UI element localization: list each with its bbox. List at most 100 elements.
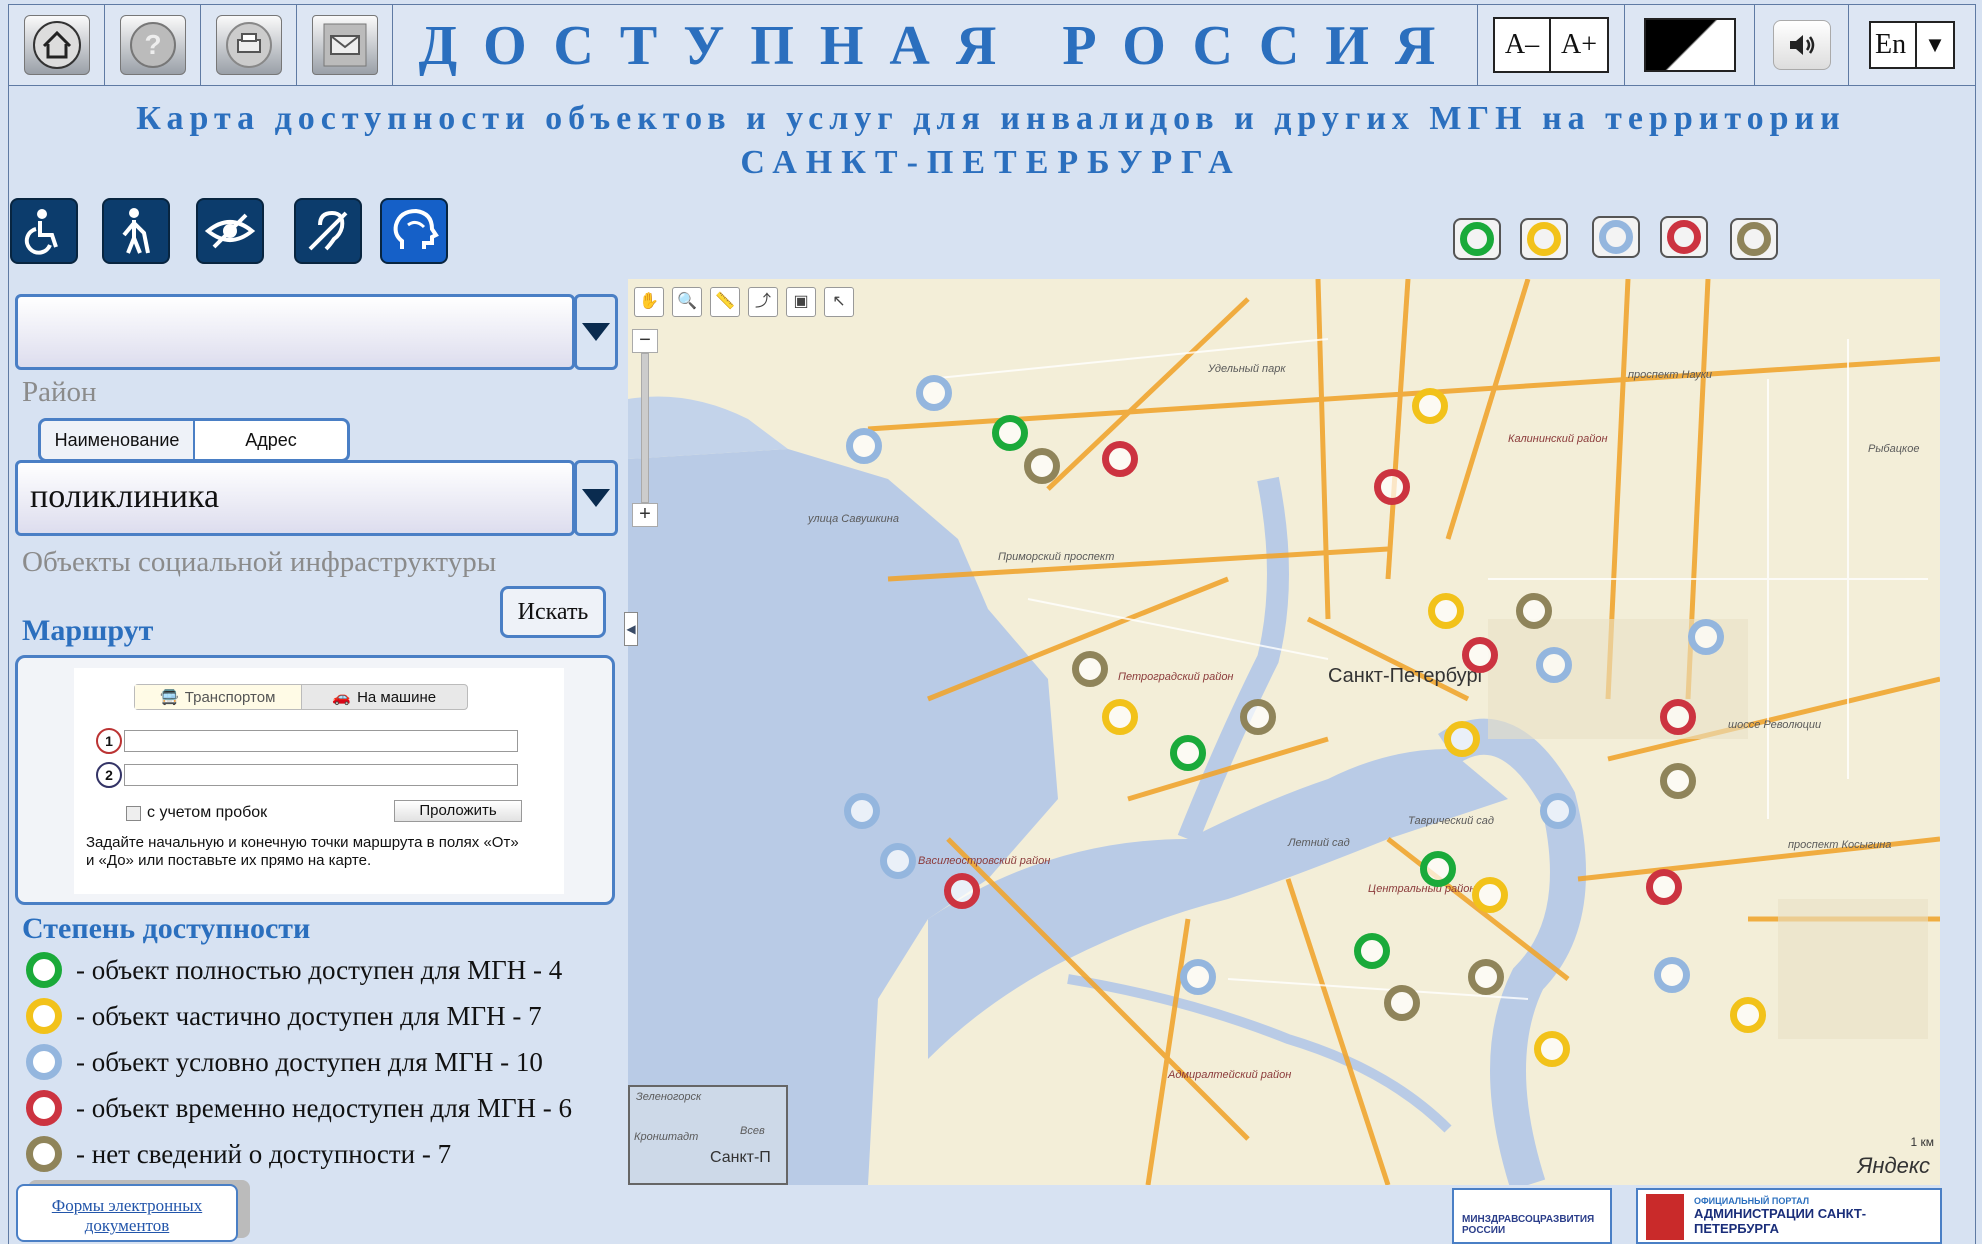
tab-transport[interactable]: 🚍 Транспортом	[135, 685, 302, 709]
map-label-central: Центральный район	[1368, 883, 1476, 895]
green-ring-icon	[1460, 222, 1494, 256]
hearing-filter[interactable]	[294, 198, 362, 264]
map-marker[interactable]	[1180, 959, 1216, 995]
filter-blue[interactable]	[1592, 216, 1640, 258]
map-marker[interactable]	[1170, 735, 1206, 771]
filter-red[interactable]	[1660, 216, 1708, 258]
route-tool-icon[interactable]: ⤴	[748, 287, 778, 317]
district-select[interactable]	[15, 294, 575, 370]
mental-filter[interactable]	[380, 198, 448, 264]
overview-minimap[interactable]: Зеленогорск Кронштадт Всев Санкт-П	[628, 1085, 788, 1185]
map-marker[interactable]	[1654, 957, 1690, 993]
vision-filter[interactable]	[196, 198, 264, 264]
map-marker[interactable]	[1688, 619, 1724, 655]
map-marker[interactable]	[944, 873, 980, 909]
map-marker[interactable]	[1384, 985, 1420, 1021]
ruler-tool-icon[interactable]: 📏	[710, 287, 740, 317]
map-marker[interactable]	[1660, 699, 1696, 735]
search-mode-tabs: Наименование Адрес	[38, 418, 350, 462]
print-button[interactable]	[215, 15, 282, 75]
map-label-tavrichesky: Таврический сад	[1408, 815, 1494, 827]
filter-green[interactable]	[1453, 218, 1501, 260]
collapse-panel-button[interactable]: ◀	[624, 612, 638, 646]
select-tool-icon[interactable]: ↖	[824, 287, 854, 317]
car-icon: 🚗	[332, 689, 352, 706]
tab-address[interactable]: Адрес	[195, 421, 347, 459]
social-dropdown-button[interactable]	[574, 460, 618, 536]
language-select[interactable]: En ▼	[1869, 21, 1955, 69]
map-label-spb: Санкт-Петербург	[1328, 665, 1485, 687]
route-to-input[interactable]	[124, 764, 518, 786]
zoom-slider[interactable]	[641, 353, 649, 503]
traffic-checkbox[interactable]	[126, 805, 141, 821]
map-marker[interactable]	[1462, 637, 1498, 673]
build-route-button[interactable]: Проложить	[394, 800, 522, 822]
hand-tool-icon[interactable]: ✋	[634, 287, 664, 317]
font-larger-button[interactable]: A+	[1551, 17, 1609, 73]
layers-tool-icon[interactable]: ▣	[786, 287, 816, 317]
map-marker[interactable]	[1024, 448, 1060, 484]
mail-button[interactable]	[311, 15, 378, 75]
map-marker[interactable]	[1428, 593, 1464, 629]
legend-text: - объект временно недоступен для МГН - 6	[76, 1092, 573, 1123]
map-marker[interactable]	[846, 428, 882, 464]
map-marker[interactable]	[1660, 763, 1696, 799]
map-marker[interactable]	[1374, 469, 1410, 505]
route-from-input[interactable]	[124, 730, 518, 752]
map-marker[interactable]	[1240, 699, 1276, 735]
map-marker[interactable]	[1534, 1031, 1570, 1067]
map-marker[interactable]	[1516, 593, 1552, 629]
map-label-vasileostrovsky: Василеостровский район	[918, 855, 1051, 867]
map-marker[interactable]	[1646, 869, 1682, 905]
search-button[interactable]: Искать	[500, 586, 606, 638]
map-marker[interactable]	[916, 375, 952, 411]
zoom-tool-icon[interactable]: 🔍	[672, 287, 702, 317]
map-marker[interactable]	[1354, 933, 1390, 969]
font-size-cell: A– A+	[1477, 5, 1625, 85]
district-dropdown-button[interactable]	[574, 294, 618, 370]
map-marker[interactable]	[1420, 851, 1456, 887]
legend-item: - объект условно доступен для МГН - 10	[26, 1044, 543, 1080]
city-map[interactable]: ✋ 🔍 📏 ⤴ ▣ ↖ − + Санкт-Петербург Приморск…	[628, 279, 1940, 1185]
map-marker[interactable]	[844, 793, 880, 829]
map-marker[interactable]	[1102, 699, 1138, 735]
map-label-revolution: шоссе Революции	[1728, 719, 1822, 731]
map-marker[interactable]	[1540, 793, 1576, 829]
wheelchair-icon	[24, 209, 58, 255]
zoom-in-button[interactable]: +	[632, 503, 658, 527]
home-button[interactable]	[23, 15, 90, 75]
map-marker[interactable]	[880, 843, 916, 879]
filter-yellow[interactable]	[1520, 218, 1568, 260]
map-marker[interactable]	[992, 415, 1028, 451]
forms-link[interactable]: Формы электронных документов	[16, 1184, 238, 1242]
map-marker[interactable]	[1472, 877, 1508, 913]
map-marker[interactable]	[1412, 388, 1448, 424]
zoom-out-button[interactable]: −	[632, 329, 658, 353]
map-marker[interactable]	[1730, 997, 1766, 1033]
map-marker[interactable]	[1444, 721, 1480, 757]
route-mode-tabs: 🚍 Транспортом 🚗 На машине	[134, 684, 468, 710]
wheelchair-filter[interactable]	[10, 198, 78, 264]
map-marker[interactable]	[1072, 651, 1108, 687]
help-button[interactable]: ?	[119, 15, 186, 75]
filter-olive[interactable]	[1730, 218, 1778, 260]
map-marker[interactable]	[1468, 959, 1504, 995]
contrast-toggle[interactable]	[1643, 18, 1736, 72]
font-smaller-button[interactable]: A–	[1493, 17, 1551, 73]
traffic-option[interactable]: с учетом пробок	[126, 804, 267, 822]
tab-car[interactable]: 🚗 На машине	[302, 685, 468, 709]
spb-portal-logo[interactable]: ОФИЦИАЛЬНЫЙ ПОРТАЛ АДМИНИСТРАЦИИ САНКТ-П…	[1636, 1188, 1942, 1244]
map-marker[interactable]	[1536, 647, 1572, 683]
traffic-label: с учетом пробок	[147, 804, 268, 821]
sound-button[interactable]	[1772, 20, 1831, 70]
legend-text: - объект частично доступен для МГН - 7	[76, 1000, 542, 1031]
minzdrav-logo[interactable]: МИНЗДРАВСОЦРАЗВИТИЯ РОССИИ	[1452, 1188, 1612, 1244]
chevron-down-icon: ▼	[1924, 32, 1946, 57]
map-marker[interactable]	[1102, 441, 1138, 477]
home-icon	[32, 21, 81, 69]
tab-name[interactable]: Наименование	[41, 421, 195, 459]
portal-text: АДМИНИСТРАЦИИ САНКТ-ПЕТЕРБУРГА	[1694, 1206, 1867, 1236]
cane-filter[interactable]	[102, 198, 170, 264]
route-help-text: Задайте начальную и конечную точки маршр…	[86, 834, 519, 869]
map-label-kalininsky: Калининский район	[1508, 433, 1608, 445]
